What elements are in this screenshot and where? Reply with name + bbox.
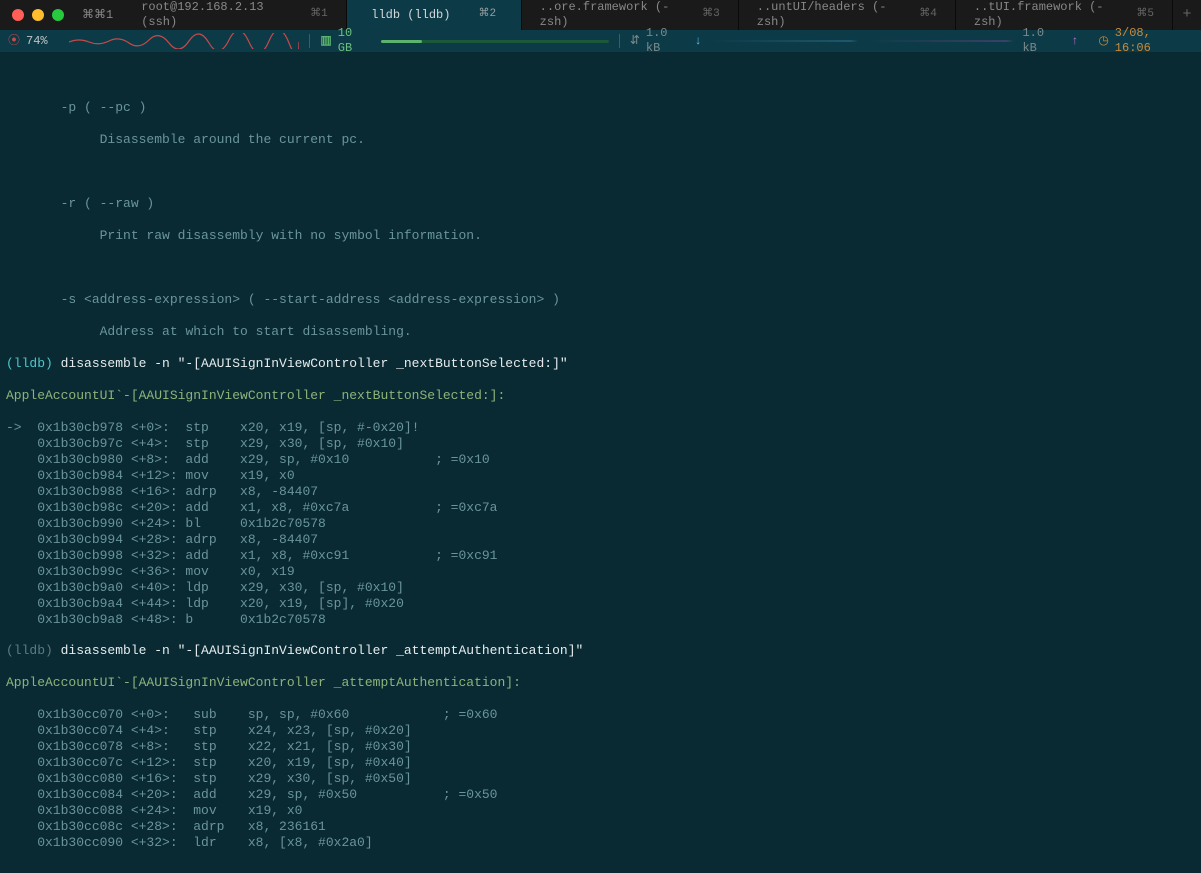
- net-icon: ⇵: [630, 34, 640, 49]
- disassembly-row: 0x1b30cb998 <+32>: add x1, x8, #0xc91 ; …: [6, 548, 1195, 564]
- help-line: -s <address-expression> ( --start-addres…: [6, 292, 1195, 308]
- minimize-icon[interactable]: [32, 9, 44, 21]
- disassembly-row: 0x1b30cb980 <+8>: add x29, sp, #0x10 ; =…: [6, 452, 1195, 468]
- memory-icon: ▥: [320, 34, 331, 49]
- tab[interactable]: root@192.168.2.13 (ssh) ⌘1: [123, 0, 346, 30]
- disassembly-row: 0x1b30cc07c <+12>: stp x20, x19, [sp, #0…: [6, 755, 1195, 771]
- memory-bar: [381, 40, 609, 43]
- disassembly-row: 0x1b30cc074 <+4>: stp x24, x23, [sp, #0x…: [6, 723, 1195, 739]
- cpu-sparkline: [69, 33, 299, 49]
- disassembly-row: 0x1b30cc070 <+0>: sub sp, sp, #0x60 ; =0…: [6, 707, 1195, 723]
- close-icon[interactable]: [12, 9, 24, 21]
- tab-shortcut: ⌘3: [702, 8, 720, 22]
- memory-indicator: ▥ 10 GB: [320, 26, 373, 56]
- disassembly-row: 0x1b30cb99c <+36>: mov x0, x19: [6, 564, 1195, 580]
- disassembly-row: 0x1b30cb990 <+24>: bl 0x1b2c70578: [6, 516, 1195, 532]
- help-line: -p ( --pc ): [6, 100, 1195, 116]
- net-upload: 1.0 kB ↑: [1022, 26, 1078, 56]
- window-controls: [0, 0, 72, 30]
- tab-shortcut: ⌘4: [919, 8, 937, 22]
- memory-value: 10 GB: [338, 26, 373, 56]
- disassembly-row: 0x1b30cc088 <+24>: mov x19, x0: [6, 803, 1195, 819]
- disassembly-row: 0x1b30cb98c <+20>: add x1, x8, #0xc7a ; …: [6, 500, 1195, 516]
- net-down-value: 1.0 kB: [646, 26, 688, 56]
- tab[interactable]: ..untUI/headers (-zsh) ⌘4: [739, 0, 956, 30]
- disassembly-row: 0x1b30cc080 <+16>: stp x29, x30, [sp, #0…: [6, 771, 1195, 787]
- disassembly-row: 0x1b30cc090 <+32>: ldr x8, [x8, #0x2a0]: [6, 835, 1195, 851]
- terminal-content[interactable]: -p ( --pc ) Disassemble around the curre…: [0, 52, 1201, 873]
- title-bar: ⌘⌘1 root@192.168.2.13 (ssh) ⌘1 lldb (lldb)…: [0, 0, 1201, 30]
- help-line: Address at which to start disassembling.: [6, 324, 1195, 340]
- disassembly-row: 0x1b30cb9a0 <+40>: ldp x29, x30, [sp, #0…: [6, 580, 1195, 596]
- up-arrow-icon: ↑: [1071, 34, 1078, 49]
- lldb-command: (lldb) disassemble -n "-[AAUISignInViewC…: [6, 643, 1195, 659]
- lldb-command: (lldb) disassemble -n "-[AAUISignInViewC…: [6, 356, 1195, 372]
- disassembly-row: 0x1b30cb9a8 <+48>: b 0x1b2c70578: [6, 612, 1195, 628]
- net-up-sparkline: [866, 40, 1014, 42]
- down-arrow-icon: ↓: [694, 34, 701, 49]
- disassembly-row: 0x1b30cb984 <+12>: mov x19, x0: [6, 468, 1195, 484]
- disassembly-row: 0x1b30cb97c <+4>: stp x29, x30, [sp, #0x…: [6, 436, 1195, 452]
- cpu-value: 74%: [26, 34, 48, 49]
- disassembly-row: 0x1b30cb994 <+28>: adrp x8, -84407: [6, 532, 1195, 548]
- status-bar: ⦿ 74% ▥ 10 GB ⇵ 1.0 kB↓ 1.0 kB↑ ◷ 3/08, …: [0, 30, 1201, 52]
- help-line: Disassemble around the current pc.: [6, 132, 1195, 148]
- tmux-prefix-indicator: ⌘⌘1: [72, 0, 123, 30]
- help-line: -r ( --raw ): [6, 196, 1195, 212]
- clock-value: 3/08, 16:06: [1115, 26, 1193, 56]
- disassembly-row: 0x1b30cb988 <+16>: adrp x8, -84407: [6, 484, 1195, 500]
- tab-shortcut: ⌘2: [478, 8, 496, 22]
- cpu-icon: ⦿: [8, 34, 20, 49]
- cpu-indicator: ⦿ 74%: [8, 34, 63, 49]
- disassembly-row: 0x1b30cc084 <+20>: add x29, sp, #0x50 ; …: [6, 787, 1195, 803]
- tab-label: root@192.168.2.13 (ssh): [141, 0, 282, 30]
- tab-label: ..untUI/headers (-zsh): [757, 0, 892, 30]
- tab-shortcut: ⌘1: [310, 8, 328, 22]
- tab-shortcut: ⌘5: [1136, 8, 1154, 22]
- clock: ◷ 3/08, 16:06: [1098, 26, 1193, 56]
- clock-icon: ◷: [1098, 34, 1108, 49]
- help-line: Print raw disassembly with no symbol inf…: [6, 228, 1195, 244]
- disassembly-row: 0x1b30cc078 <+8>: stp x22, x21, [sp, #0x…: [6, 739, 1195, 755]
- disassembly-row: 0x1b30cb9a4 <+44>: ldp x20, x19, [sp], #…: [6, 596, 1195, 612]
- symbol-header: AppleAccountUI`-[AAUISignInViewControlle…: [6, 675, 1195, 691]
- zoom-icon[interactable]: [52, 9, 64, 21]
- disassembly-row: -> 0x1b30cb978 <+0>: stp x20, x19, [sp, …: [6, 420, 1195, 436]
- disassembly-row: 0x1b30cc08c <+28>: adrp x8, 236161: [6, 819, 1195, 835]
- net-down-sparkline: [710, 40, 858, 42]
- net-download: ⇵ 1.0 kB ↓: [630, 26, 702, 56]
- symbol-header: AppleAccountUI`-[AAUISignInViewControlle…: [6, 388, 1195, 404]
- net-up-value: 1.0 kB: [1022, 26, 1065, 56]
- tab-label: lldb (lldb): [371, 8, 450, 23]
